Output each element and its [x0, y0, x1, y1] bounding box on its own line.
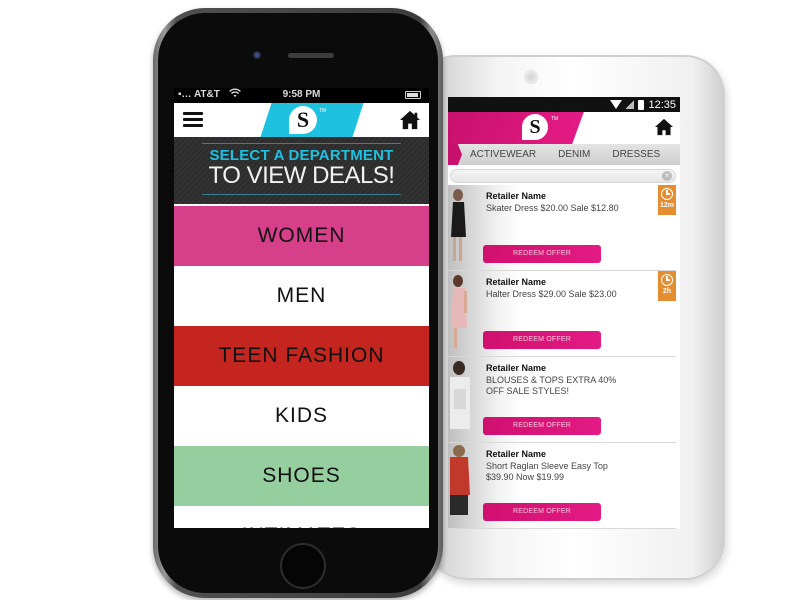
front-camera: [253, 51, 261, 59]
redeem-offer-button[interactable]: REDEEM OFFER: [483, 417, 601, 435]
android-camera: [524, 70, 538, 84]
category-tabs: ACTIVEWEAR DENIM DRESSES: [448, 144, 680, 165]
department-intimates[interactable]: INTIMATES: [174, 506, 429, 528]
offer-list-item: Retailer Name Short Raglan Sleeve Easy T…: [448, 443, 676, 529]
home-icon[interactable]: [654, 118, 674, 136]
offer-description: Skater Dress $20.00 Sale $12.80: [486, 203, 619, 213]
trademark-mark: TM: [551, 116, 559, 122]
product-image: [451, 275, 467, 348]
offer-list-item: Retailer Name Skater Dress $20.00 Sale $…: [448, 185, 676, 271]
retailer-name: Retailer Name: [486, 449, 547, 459]
product-image: [451, 189, 466, 261]
banner-subheading: TO VIEW DEALS!: [208, 162, 395, 189]
department-men[interactable]: MEN: [174, 266, 429, 326]
android-phone: 12:35 S TM ACTIVEWEAR DENIM DRESSES × Re…: [420, 55, 725, 580]
iphone-screen: ▪… AT&T 9:58 PM S TM SELECT A DEPARTMENT…: [174, 88, 429, 528]
department-kids[interactable]: KIDS: [174, 386, 429, 446]
clear-search-icon[interactable]: ×: [662, 171, 672, 181]
search-input[interactable]: ×: [450, 169, 676, 183]
tab-scroll-indicator: [448, 144, 462, 165]
tab-dresses[interactable]: DRESSES: [604, 149, 674, 160]
timer-value: 2h: [662, 288, 672, 295]
banner-rule: [202, 194, 401, 195]
redeem-offer-button[interactable]: REDEEM OFFER: [483, 503, 601, 521]
retailer-name: Retailer Name: [486, 277, 547, 287]
signal-icon: [626, 100, 635, 109]
wifi-icon: [610, 100, 623, 109]
expiry-timer-badge: 12m: [658, 185, 676, 215]
header-brand-band: [448, 112, 584, 144]
department-banner: SELECT A DEPARTMENT TO VIEW DEALS!: [174, 137, 429, 204]
product-image: [450, 445, 470, 515]
offer-description: BLOUSES & TOPS EXTRA 40% OFF SALE STYLES…: [486, 375, 617, 396]
offer-list-item: Retailer Name Halter Dress $29.00 Sale $…: [448, 271, 676, 357]
tab-activewear[interactable]: ACTIVEWEAR: [462, 149, 550, 160]
iphone: ▪… AT&T 9:58 PM S TM SELECT A DEPARTMENT…: [153, 8, 443, 598]
android-clock: 12:35: [648, 98, 676, 111]
retailer-name: Retailer Name: [486, 191, 547, 201]
battery-icon: [638, 99, 645, 110]
trademark-mark: TM: [319, 108, 327, 114]
iphone-app-header: S TM: [174, 103, 429, 137]
offer-description: Halter Dress $29.00 Sale $23.00: [486, 289, 617, 299]
clock-icon: [661, 188, 673, 200]
offer-description: Short Raglan Sleeve Easy Top $39.90 Now …: [486, 461, 608, 482]
battery-icon: [405, 91, 421, 99]
department-shoes[interactable]: SHOES: [174, 446, 429, 506]
expiry-timer-badge: 2h: [658, 271, 676, 301]
tab-denim[interactable]: DENIM: [550, 149, 604, 160]
home-icon[interactable]: [399, 110, 421, 130]
retailer-name: Retailer Name: [486, 363, 547, 373]
product-image: [450, 361, 470, 429]
android-status-bar: 12:35: [448, 97, 680, 112]
home-button[interactable]: [280, 543, 326, 589]
department-teen-fashion[interactable]: TEEN FASHION: [174, 326, 429, 386]
timer-value: 12m: [659, 202, 674, 209]
redeem-offer-button[interactable]: REDEEM OFFER: [483, 245, 601, 263]
android-app-header: S TM: [448, 112, 680, 144]
ios-clock: 9:58 PM: [282, 89, 321, 100]
device-mockup-stage: 12:35 S TM ACTIVEWEAR DENIM DRESSES × Re…: [0, 0, 800, 600]
iphone-face: ▪… AT&T 9:58 PM S TM SELECT A DEPARTMENT…: [158, 13, 438, 593]
earpiece-speaker: [288, 53, 334, 58]
banner-rule: [202, 143, 401, 144]
hamburger-menu-icon[interactable]: [183, 112, 203, 128]
ios-status-bar: ▪… AT&T 9:58 PM: [174, 88, 429, 103]
redeem-offer-button[interactable]: REDEEM OFFER: [483, 331, 601, 349]
department-women[interactable]: WOMEN: [174, 206, 429, 266]
offer-list-item: Retailer Name BLOUSES & TOPS EXTRA 40% O…: [448, 357, 676, 443]
android-screen: 12:35 S TM ACTIVEWEAR DENIM DRESSES × Re…: [448, 97, 680, 529]
department-list: WOMEN MEN TEEN FASHION KIDS SHOES INTIMA…: [174, 206, 429, 528]
app-logo[interactable]: S: [522, 114, 548, 140]
app-logo[interactable]: S: [289, 106, 317, 134]
clock-icon: [661, 274, 673, 286]
